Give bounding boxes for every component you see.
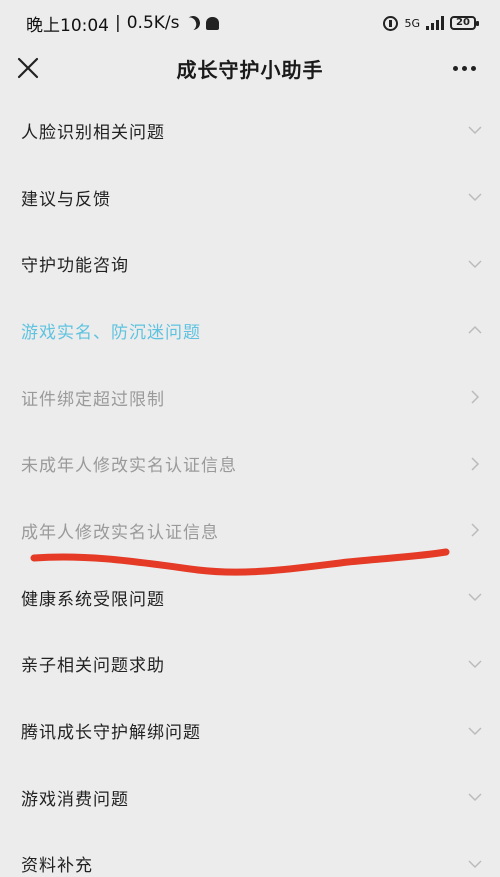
close-button[interactable]: [12, 52, 44, 84]
menu-item-unbind[interactable]: 腾讯成长守护解绑问题: [0, 697, 500, 764]
menu-item-face-recognition[interactable]: 人脸识别相关问题: [0, 97, 500, 164]
page-title: 成长守护小助手: [176, 57, 324, 82]
menu-item-supplement-info[interactable]: 资料补充: [0, 831, 500, 877]
chevron-down-icon: [468, 660, 482, 668]
menu-item-label: 健康系统受限问题: [21, 589, 165, 610]
more-dots-icon: [452, 65, 476, 71]
chevron-down-icon: [468, 126, 482, 135]
chevron-right-icon: [471, 390, 480, 404]
menu-item-label: 成年人修改实名认证信息: [21, 522, 219, 543]
chevron-down-icon: [468, 860, 482, 868]
status-bar: 晚上10:04 | 0.5K/s 5G 20: [0, 0, 500, 46]
menu-item-feedback[interactable]: 建议与反馈: [0, 164, 500, 231]
network-type: 5G: [404, 16, 420, 30]
menu-item-label: 游戏消费问题: [21, 789, 129, 810]
chevron-right-icon: [471, 457, 480, 471]
chevron-down-icon: [468, 193, 482, 202]
status-separator: |: [115, 13, 121, 33]
chevron-right-icon: [471, 523, 480, 537]
chevron-down-icon: [468, 593, 482, 602]
status-left: 晚上10:04 | 0.5K/s: [26, 11, 219, 36]
nfc-icon: [383, 15, 399, 31]
moon-icon: [184, 14, 202, 32]
close-icon: [17, 57, 39, 79]
status-net-speed: 0.5K/s: [126, 13, 180, 33]
menu-item-label: 资料补充: [21, 856, 93, 877]
submenu-item-minor-modify-realname[interactable]: 未成年人修改实名认证信息: [0, 430, 500, 497]
signal-icon: [426, 16, 444, 30]
menu-item-label: 证件绑定超过限制: [21, 389, 165, 410]
status-right: 5G 20: [383, 15, 479, 31]
chevron-up-icon: [468, 326, 482, 334]
chevron-down-icon: [468, 260, 482, 268]
menu-item-label: 亲子相关问题求助: [21, 656, 165, 677]
bell-icon: [205, 16, 219, 30]
menu-item-label: 未成年人修改实名认证信息: [21, 456, 237, 477]
menu-item-label: 建议与反馈: [21, 189, 111, 210]
menu-item-label: 腾讯成长守护解绑问题: [21, 723, 201, 744]
nav-bar: 成长守护小助手: [0, 46, 500, 90]
battery-icon: 20: [450, 16, 479, 30]
chevron-down-icon: [468, 727, 482, 735]
menu-item-label: 人脸识别相关问题: [21, 122, 165, 143]
faq-menu-list: 人脸识别相关问题 建议与反馈 守护功能咨询 游戏实名、防沉迷问题 证件绑定超过限…: [0, 97, 500, 877]
menu-item-health-system[interactable]: 健康系统受限问题: [0, 564, 500, 631]
menu-item-parent-child[interactable]: 亲子相关问题求助: [0, 631, 500, 698]
menu-item-label: 守护功能咨询: [21, 256, 129, 277]
chevron-down-icon: [468, 793, 482, 802]
menu-item-guardian-features[interactable]: 守护功能咨询: [0, 230, 500, 297]
more-button[interactable]: [448, 54, 480, 82]
menu-item-game-spending[interactable]: 游戏消费问题: [0, 764, 500, 831]
submenu-item-adult-modify-realname[interactable]: 成年人修改实名认证信息: [0, 497, 500, 564]
menu-item-label: 游戏实名、防沉迷问题: [21, 322, 201, 343]
menu-item-realname-anti-addiction[interactable]: 游戏实名、防沉迷问题: [0, 297, 500, 364]
status-time: 晚上10:04: [26, 15, 109, 36]
submenu-item-id-binding-limit[interactable]: 证件绑定超过限制: [0, 364, 500, 431]
